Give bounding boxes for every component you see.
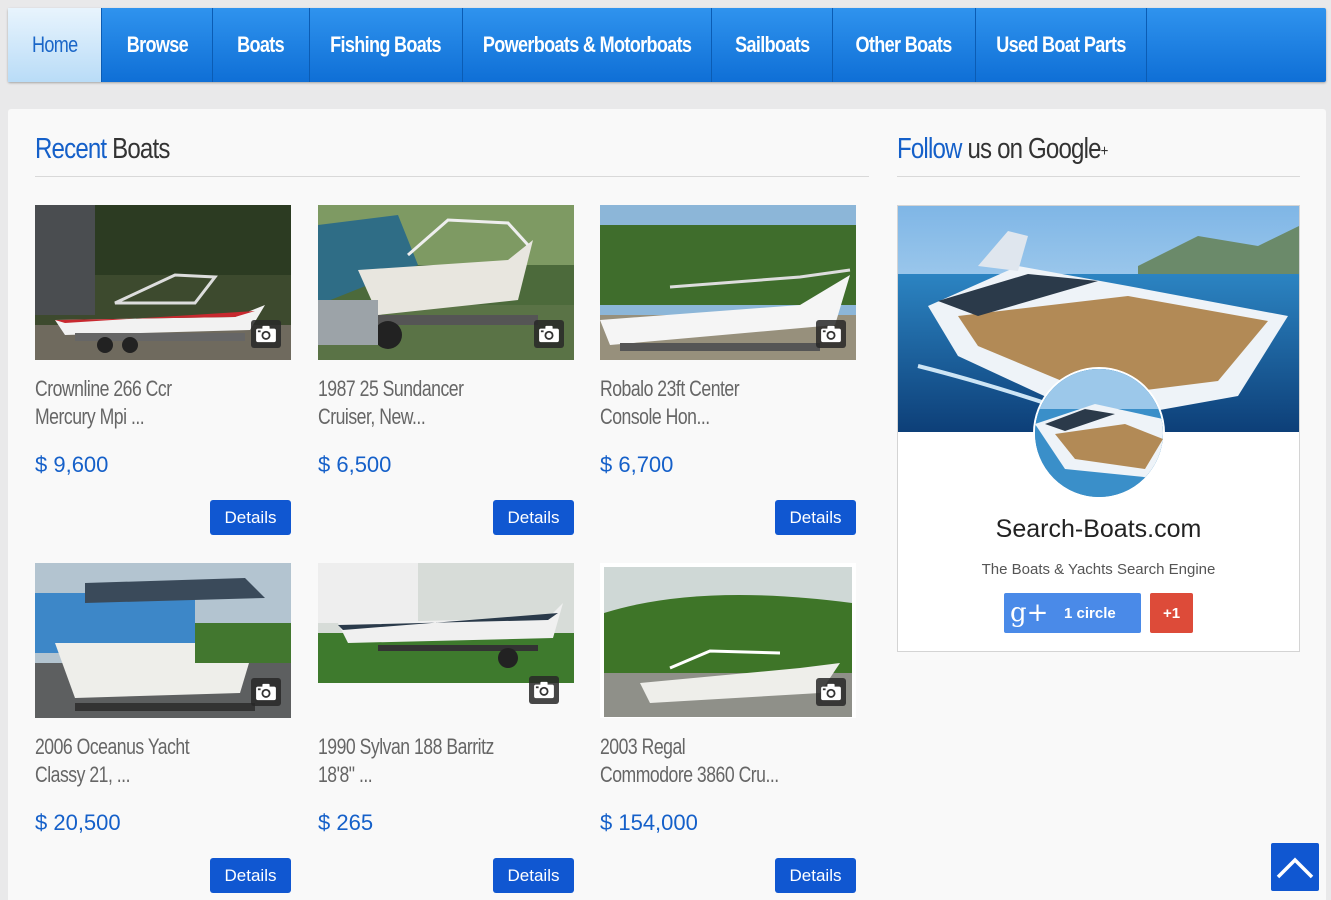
details-button[interactable]: Details [775, 500, 856, 535]
heading-accent: Recent [35, 133, 107, 165]
listing-photo[interactable] [600, 205, 856, 360]
chevron-up-icon [1276, 857, 1314, 879]
nav-used-boat-parts-label: Used Boat Parts [996, 32, 1126, 57]
listing-title[interactable]: 2003 Regal Commodore 3860 Cru... [600, 733, 840, 789]
listing-price: $ 6,700 [600, 452, 674, 477]
listing-card: 2003 Regal Commodore 3860 Cru... $ 154,0… [600, 563, 856, 893]
divider [35, 176, 869, 177]
title-line-1: 1990 Sylvan 188 Barritz [318, 734, 494, 759]
listing-photo[interactable] [35, 205, 291, 360]
title-line-1: Robalo 23ft Center [600, 376, 740, 401]
details-button[interactable]: Details [775, 858, 856, 893]
title-line-2: 18'8" ... [318, 762, 373, 787]
nav-sailboats-label: Sailboats [734, 32, 810, 57]
heading-rest: Boats [112, 133, 170, 165]
profile-name[interactable]: Search-Boats.com [898, 515, 1299, 544]
plus-one-button[interactable]: +1 [1150, 593, 1193, 633]
nav-home-label: Home [31, 32, 78, 57]
nav-browse[interactable]: Browse [102, 8, 213, 82]
listing-price: $ 265 [318, 810, 374, 835]
nav-powerboats-label: Powerboats & Motorboats [482, 32, 692, 57]
title-line-1: 2003 Regal [600, 734, 686, 759]
recent-boats-heading: Recent Boats [35, 133, 197, 166]
listing-card: 1990 Sylvan 188 Barritz 18'8" ... $ 265 … [318, 563, 574, 893]
camera-icon [816, 320, 846, 348]
listing-title[interactable]: 1990 Sylvan 188 Barritz 18'8" ... [318, 733, 558, 789]
avatar[interactable] [1033, 367, 1165, 499]
listing-photo[interactable] [318, 563, 574, 683]
details-button[interactable]: Details [493, 500, 574, 535]
title-line-2: Console Hon... [600, 404, 710, 429]
title-line-1: 2006 Oceanus Yacht [35, 734, 190, 759]
listing-card: Robalo 23ft Center Console Hon... $ 6,70… [600, 205, 856, 535]
listing-card: 1987 25 Sundancer Cruiser, New... $ 6,50… [318, 205, 574, 535]
listing-title[interactable]: Crownline 266 Ccr Mercury Mpi ... [35, 375, 275, 431]
nav-boats[interactable]: Boats [213, 8, 310, 82]
scroll-top-button[interactable] [1271, 843, 1319, 891]
heading-accent: Follow [897, 133, 962, 165]
nav-other-boats[interactable]: Other Boats [833, 8, 976, 82]
camera-icon [251, 320, 281, 348]
listing-title[interactable]: Robalo 23ft Center Console Hon... [600, 375, 840, 431]
heading-plus: + [1100, 143, 1109, 160]
details-button[interactable]: Details [493, 858, 574, 893]
title-line-2: Mercury Mpi ... [35, 404, 145, 429]
details-button[interactable]: Details [210, 500, 291, 535]
camera-icon [529, 676, 559, 704]
camera-icon [816, 678, 846, 706]
listing-photo[interactable] [35, 563, 291, 718]
nav-boats-label: Boats [237, 32, 285, 57]
title-line-2: Cruiser, New... [318, 404, 426, 429]
title-line-1: Crownline 266 Ccr [35, 376, 172, 401]
follow-heading: Follow us on Google+ [897, 133, 1151, 166]
camera-icon [251, 678, 281, 706]
details-button[interactable]: Details [210, 858, 291, 893]
listing-price: $ 154,000 [600, 810, 698, 835]
nav-sailboats[interactable]: Sailboats [712, 8, 833, 82]
listing-photo[interactable] [600, 563, 856, 718]
listing-price: $ 6,500 [318, 452, 392, 477]
listing-photo[interactable] [318, 205, 574, 360]
title-line-2: Classy 21, ... [35, 762, 131, 787]
nav-fishing-boats[interactable]: Fishing Boats [310, 8, 463, 82]
profile-tagline: The Boats & Yachts Search Engine [981, 561, 1216, 578]
listing-card: Crownline 266 Ccr Mercury Mpi ... $ 9,60… [35, 205, 291, 535]
listing-price: $ 9,600 [35, 452, 109, 477]
follow-count: 1 circle [1064, 604, 1116, 622]
title-line-2: Commodore 3860 Cru... [600, 762, 779, 787]
listing-title[interactable]: 2006 Oceanus Yacht Classy 21, ... [35, 733, 275, 789]
divider [897, 176, 1300, 177]
listing-title[interactable]: 1987 25 Sundancer Cruiser, New... [318, 375, 558, 431]
heading-rest: us on Google [967, 133, 1101, 165]
main-nav: Home Browse Boats Fishing Boats Powerboa… [8, 8, 1326, 82]
nav-used-boat-parts[interactable]: Used Boat Parts [976, 8, 1147, 82]
title-line-1: 1987 25 Sundancer [318, 376, 464, 401]
follow-button[interactable]: g+ 1 circle [1004, 593, 1141, 633]
nav-powerboats[interactable]: Powerboats & Motorboats [463, 8, 712, 82]
google-plus-icon: g+ [1010, 598, 1049, 628]
listing-card: 2006 Oceanus Yacht Classy 21, ... $ 20,5… [35, 563, 291, 893]
listing-price: $ 20,500 [35, 810, 121, 835]
nav-fishing-boats-label: Fishing Boats [330, 32, 442, 57]
nav-other-boats-label: Other Boats [855, 32, 953, 57]
nav-browse-label: Browse [126, 32, 188, 57]
google-plus-card: Search-Boats.com The Boats & Yachts Sear… [897, 205, 1300, 652]
nav-home[interactable]: Home [8, 8, 102, 82]
camera-icon [534, 320, 564, 348]
